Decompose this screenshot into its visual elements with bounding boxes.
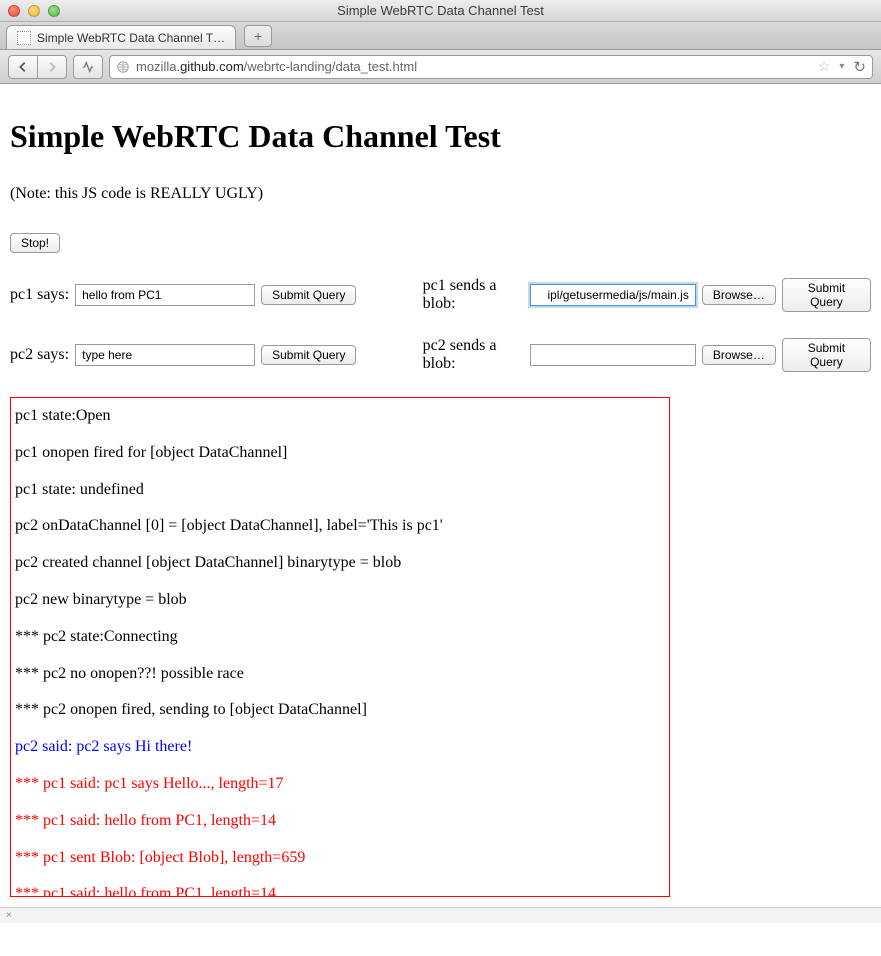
activity-button[interactable] [73,55,103,79]
log-line: pc2 new binarytype = blob [15,590,665,611]
activity-icon [81,60,95,74]
pc1-row: pc1 says: Submit Query pc1 sends a blob:… [10,277,871,313]
pc2-blob-file-input[interactable] [530,344,696,366]
url-text: mozilla.github.com/webrtc-landing/data_t… [136,59,812,74]
log-line: pc1 onopen fired for [object DataChannel… [15,443,665,464]
url-dropdown-icon[interactable]: ▾ [839,61,844,72]
url-bar[interactable]: mozilla.github.com/webrtc-landing/data_t… [109,55,873,79]
close-window-button[interactable] [8,5,20,17]
pc2-says-submit[interactable]: Submit Query [261,345,356,365]
log-line: *** pc2 onopen fired, sending to [object… [15,700,665,721]
log-line: *** pc1 said: hello from PC1, length=14 [15,884,665,897]
form-rows: pc1 says: Submit Query pc1 sends a blob:… [10,277,871,373]
log-line: pc1 state:Open [15,406,665,427]
log-panel[interactable]: pc1 state:Open pc1 onopen fired for [obje… [10,397,670,897]
pc1-says-label: pc1 says: [10,286,69,304]
tab-strip: Simple WebRTC Data Channel T… + [0,22,881,50]
pc1-blob-file-input[interactable]: ipl/getusermedia/js/main.js [530,284,696,306]
log-line: pc2 created channel [object DataChannel]… [15,553,665,574]
globe-icon [116,60,130,74]
navigation-toolbar: mozilla.github.com/webrtc-landing/data_t… [0,50,881,84]
page-content: Simple WebRTC Data Channel Test (Note: t… [0,84,881,907]
pc1-blob-label: pc1 sends a blob: [423,277,524,313]
pc2-row: pc2 says: Submit Query pc2 sends a blob:… [10,337,871,373]
pc1-blob-browse-button[interactable]: Browse… [702,285,776,305]
zoom-window-button[interactable] [48,5,60,17]
log-line: *** pc2 state:Connecting [15,627,665,648]
pc1-blob-submit[interactable]: Submit Query [782,278,871,312]
log-line: *** pc1 sent Blob: [object Blob], length… [15,848,665,869]
pc2-blob-submit[interactable]: Submit Query [782,338,871,372]
pc2-says-input[interactable] [75,344,255,366]
window-titlebar: Simple WebRTC Data Channel Test [0,0,881,22]
status-close-icon[interactable]: × [6,910,12,921]
pc2-blob-label: pc2 sends a blob: [423,337,524,373]
pc1-says-submit[interactable]: Submit Query [261,285,356,305]
log-line: pc2 said: pc2 says Hi there! [15,737,665,758]
log-line: pc2 onDataChannel [0] = [object DataChan… [15,516,665,537]
new-tab-button[interactable]: + [244,25,272,47]
browser-tab[interactable]: Simple WebRTC Data Channel T… [6,25,236,49]
log-line: *** pc1 said: hello from PC1, length=14 [15,811,665,832]
tab-label: Simple WebRTC Data Channel T… [37,31,225,45]
log-line: *** pc1 said: pc1 says Hello..., length=… [15,774,665,795]
log-line: *** pc2 no onopen??! possible race [15,664,665,685]
forward-button[interactable] [37,55,67,79]
minimize-window-button[interactable] [28,5,40,17]
forward-icon [45,60,59,74]
back-button[interactable] [8,55,38,79]
log-line: pc1 state: undefined [15,480,665,501]
pc2-says-label: pc2 says: [10,346,69,364]
window-controls [0,5,60,17]
pc2-blob-browse-button[interactable]: Browse… [702,345,776,365]
back-forward-group [8,55,67,79]
reload-icon[interactable]: ↻ [853,58,866,76]
window-title: Simple WebRTC Data Channel Test [0,3,881,18]
back-icon [16,60,30,74]
pc1-says-input[interactable] [75,284,255,306]
bookmark-star-icon[interactable]: ☆ [818,58,831,75]
status-bar: × [0,907,881,923]
page-heading: Simple WebRTC Data Channel Test [10,118,871,155]
tab-favicon [17,31,31,45]
page-note: (Note: this JS code is REALLY UGLY) [10,185,871,203]
stop-button[interactable]: Stop! [10,233,60,253]
